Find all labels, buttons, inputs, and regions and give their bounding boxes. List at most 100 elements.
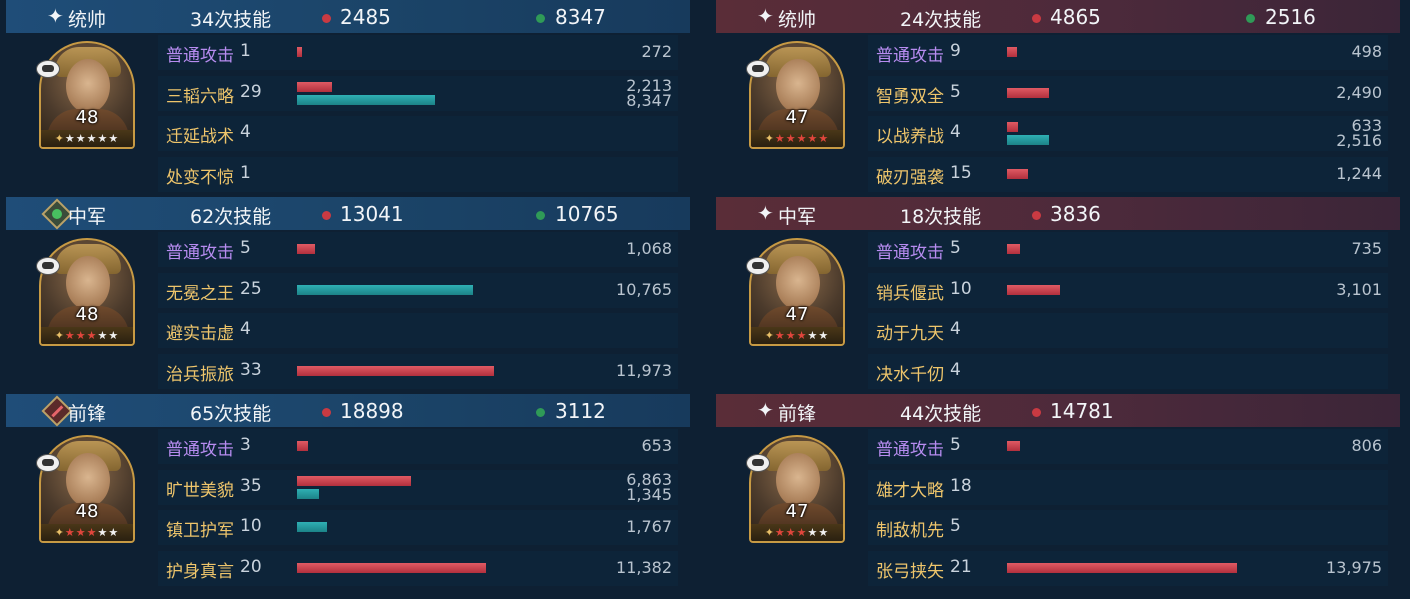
- troop-type-icon: [746, 454, 770, 472]
- skill-row[interactable]: 普通攻击 9 498: [868, 35, 1388, 70]
- skill-row[interactable]: 张弓挟矢 21 13,975: [868, 551, 1388, 586]
- skill-name: 以战养战: [876, 127, 944, 147]
- star-icon: ★: [75, 526, 87, 539]
- heal-dot-icon: [536, 211, 545, 220]
- damage-bar: [1007, 563, 1237, 573]
- sword-rank-icon: ✦: [54, 132, 65, 145]
- skill-cast-count: 5: [950, 82, 961, 102]
- skill-name: 镇卫护军: [166, 521, 234, 541]
- skill-value: 1,244: [1336, 164, 1382, 183]
- star-icon: ★: [64, 526, 76, 539]
- skill-row[interactable]: 普通攻击 1 272: [158, 35, 678, 70]
- star-icon: ★: [97, 329, 109, 342]
- hero-portrait[interactable]: 47 ✦★★★★★: [749, 41, 845, 149]
- skill-row[interactable]: 普通攻击 5 735: [868, 232, 1388, 267]
- skill-row[interactable]: 普通攻击 5 1,068: [158, 232, 678, 267]
- star-icon: [756, 398, 776, 422]
- skill-row[interactable]: 无冕之王 25 10,765: [158, 273, 678, 308]
- sword-rank-icon: ✦: [764, 132, 775, 145]
- hero-portrait[interactable]: 48 ✦★★★★★: [39, 435, 135, 543]
- section-header: 统帅 24次技能 4865 2516: [716, 0, 1400, 33]
- damage-bar: [1007, 169, 1028, 179]
- skill-cast-count: 3: [240, 435, 251, 455]
- skill-row[interactable]: 制敌机先 5: [868, 510, 1388, 545]
- hero-level: 47: [785, 304, 809, 325]
- skill-row[interactable]: 智勇双全 5 2,490: [868, 76, 1388, 111]
- star-icon: ★: [818, 132, 830, 145]
- skill-row[interactable]: 护身真言 20 11,382: [158, 551, 678, 586]
- skill-count: 65次技能: [190, 403, 272, 425]
- hero-level: 48: [75, 501, 99, 522]
- star-icon: ★: [97, 132, 109, 145]
- skill-name: 动于九天: [876, 324, 944, 344]
- damage-total: 18898: [340, 399, 404, 423]
- hero-portrait[interactable]: 48 ✦★★★★★: [39, 41, 135, 149]
- troop-type-icon: [746, 60, 770, 78]
- damage-bar: [1007, 122, 1018, 132]
- skill-value: 653: [641, 436, 672, 455]
- heal-dot-icon: [536, 408, 545, 417]
- heal-value: 2,516: [1336, 131, 1382, 150]
- damage-dot-icon: [322, 14, 331, 23]
- skill-row[interactable]: 普通攻击 5 806: [868, 429, 1388, 464]
- skill-row[interactable]: 避实击虚 4: [158, 313, 678, 348]
- hero-face: [776, 453, 820, 507]
- skill-row[interactable]: 治兵振旅 33 11,973: [158, 354, 678, 389]
- sword-rank-icon: ✦: [54, 329, 65, 342]
- skill-row[interactable]: 破刃强袭 15 1,244: [868, 157, 1388, 192]
- damage-bar: [1007, 441, 1020, 451]
- star-icon: ★: [108, 132, 120, 145]
- damage-bar: [297, 82, 332, 92]
- role-section: 前锋 65次技能 18898 3112 48 ✦★★★★★ 普通攻击 3 653 旷世美貌 35 6,…: [6, 394, 690, 590]
- heal-bar: [297, 95, 435, 105]
- skill-row[interactable]: 普通攻击 3 653: [158, 429, 678, 464]
- skill-cast-count: 5: [950, 238, 961, 258]
- hero-stars: ✦★★★★★: [41, 130, 133, 147]
- skill-cast-count: 9: [950, 41, 961, 61]
- star-icon: ★: [818, 329, 830, 342]
- skill-cast-count: 10: [950, 279, 972, 299]
- star-icon: ★: [796, 526, 808, 539]
- skill-name: 普通攻击: [166, 243, 234, 263]
- heal-bar: [297, 522, 327, 532]
- star-icon: ★: [86, 132, 98, 145]
- hero-portrait[interactable]: 48 ✦★★★★★: [39, 238, 135, 346]
- skill-row[interactable]: 旷世美貌 35 6,863 1,345: [158, 470, 678, 505]
- skill-name: 张弓挟矢: [876, 562, 944, 582]
- star-icon: [46, 4, 66, 28]
- heal-value: 8,347: [626, 91, 672, 110]
- skill-name: 治兵振旅: [166, 365, 234, 385]
- skill-row[interactable]: 迁延战术 4: [158, 116, 678, 151]
- skill-row[interactable]: 以战养战 4 633 2,516: [868, 116, 1388, 151]
- star-icon: ★: [818, 526, 830, 539]
- hero-portrait[interactable]: 47 ✦★★★★★: [749, 435, 845, 543]
- star-icon: ★: [807, 132, 819, 145]
- skill-row[interactable]: 处变不惊 1: [158, 157, 678, 192]
- sword-rank-icon: ✦: [764, 329, 775, 342]
- skill-row[interactable]: 动于九天 4: [868, 313, 1388, 348]
- role-section: 统帅34次技能2485834748✦★★★★★普通攻击1272三韬六略292,2…: [6, 0, 690, 196]
- skill-row[interactable]: 镇卫护军 10 1,767: [158, 510, 678, 545]
- hero-level: 48: [75, 107, 99, 128]
- section-header: 统帅 34次技能 2485 8347: [6, 0, 690, 33]
- skill-row[interactable]: 决水千仞 4: [868, 354, 1388, 389]
- skill-cast-count: 20: [240, 557, 262, 577]
- hero-face: [66, 256, 110, 310]
- role-label: 前锋: [778, 403, 817, 425]
- section-header: 前锋 44次技能 14781: [716, 394, 1400, 427]
- skill-row[interactable]: 雄才大略 18: [868, 470, 1388, 505]
- role-section: 前锋44次技能1478147✦★★★★★普通攻击5806雄才大略18制敌机先5张…: [716, 394, 1400, 590]
- skill-count: 24次技能: [900, 9, 982, 31]
- star-icon: ★: [785, 132, 797, 145]
- skill-name: 普通攻击: [876, 46, 944, 66]
- skill-name: 制敌机先: [876, 521, 944, 541]
- section-header: 前锋 65次技能 18898 3112: [6, 394, 690, 427]
- damage-bar: [1007, 88, 1049, 98]
- skill-row[interactable]: 三韬六略 29 2,213 8,347: [158, 76, 678, 111]
- heal-value: 1,345: [626, 485, 672, 504]
- damage-dot-icon: [322, 211, 331, 220]
- hero-portrait[interactable]: 47 ✦★★★★★: [749, 238, 845, 346]
- skill-row[interactable]: 销兵偃武 10 3,101: [868, 273, 1388, 308]
- star-icon: ★: [108, 329, 120, 342]
- heal-bar: [297, 489, 319, 499]
